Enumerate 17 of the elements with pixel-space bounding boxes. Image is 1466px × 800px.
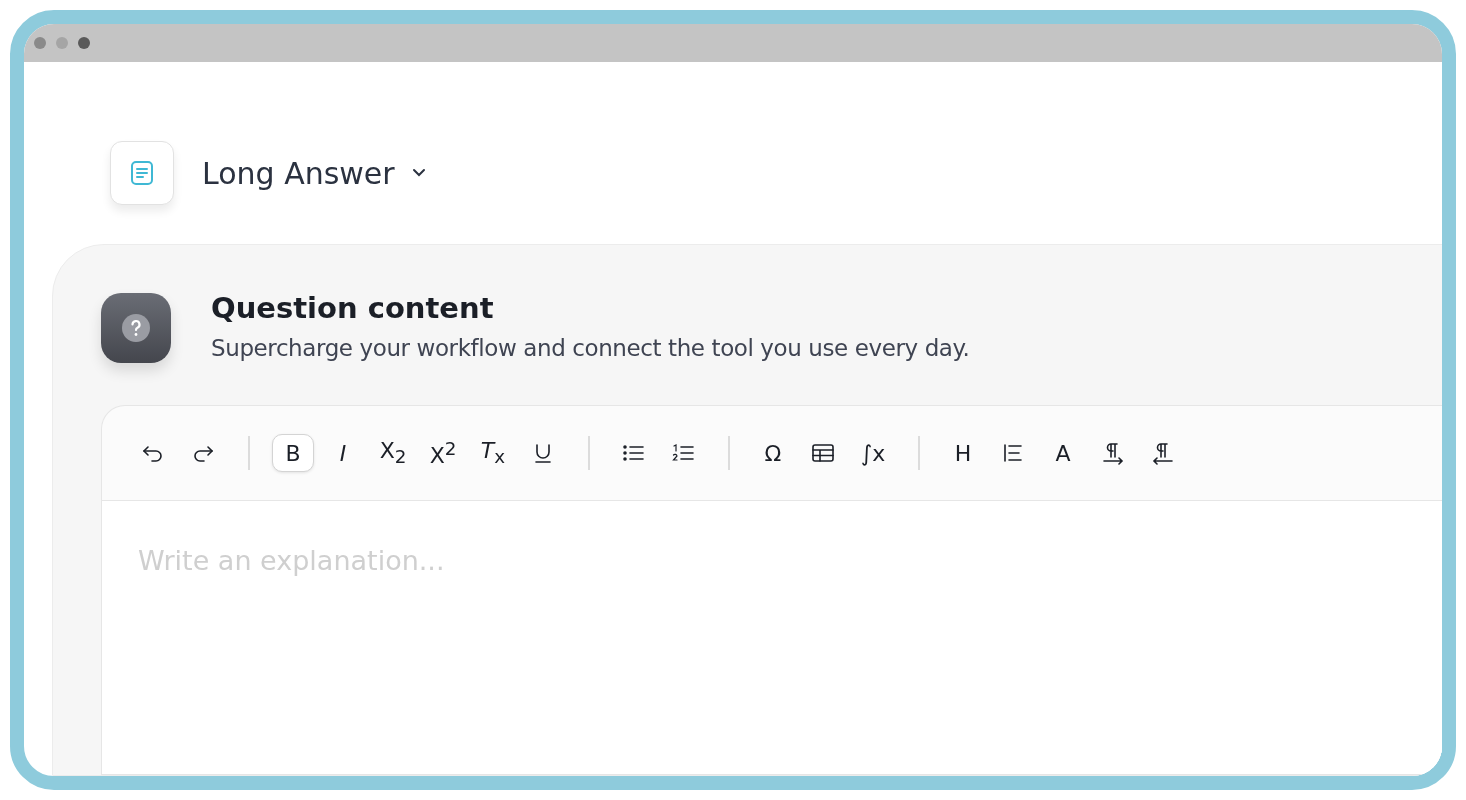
window-dot[interactable] bbox=[78, 37, 90, 49]
format-button[interactable]: A bbox=[1042, 434, 1084, 472]
document-icon bbox=[110, 141, 174, 205]
format-button[interactable]: I bbox=[322, 434, 364, 472]
section-title: Question content bbox=[211, 291, 495, 325]
format-button[interactable]: H bbox=[942, 434, 984, 472]
format-button[interactable]: B bbox=[272, 434, 314, 472]
question-icon bbox=[101, 293, 171, 363]
format-button[interactable]: Ω bbox=[752, 434, 794, 472]
section-subtitle: Supercharge your workflow and connect the tool you use every day. bbox=[211, 335, 970, 361]
format-button[interactable]: ∫x bbox=[852, 434, 894, 472]
window-dot[interactable] bbox=[56, 37, 68, 49]
format-button[interactable]: T$_{x}$ bbox=[472, 434, 514, 472]
format-button[interactable]: X$^{2}$ bbox=[422, 434, 464, 472]
question-type-dropdown[interactable]: Long Answer bbox=[202, 155, 429, 191]
window-dot[interactable] bbox=[34, 37, 46, 49]
format-button[interactable]: X$_{2}$ bbox=[372, 434, 414, 472]
